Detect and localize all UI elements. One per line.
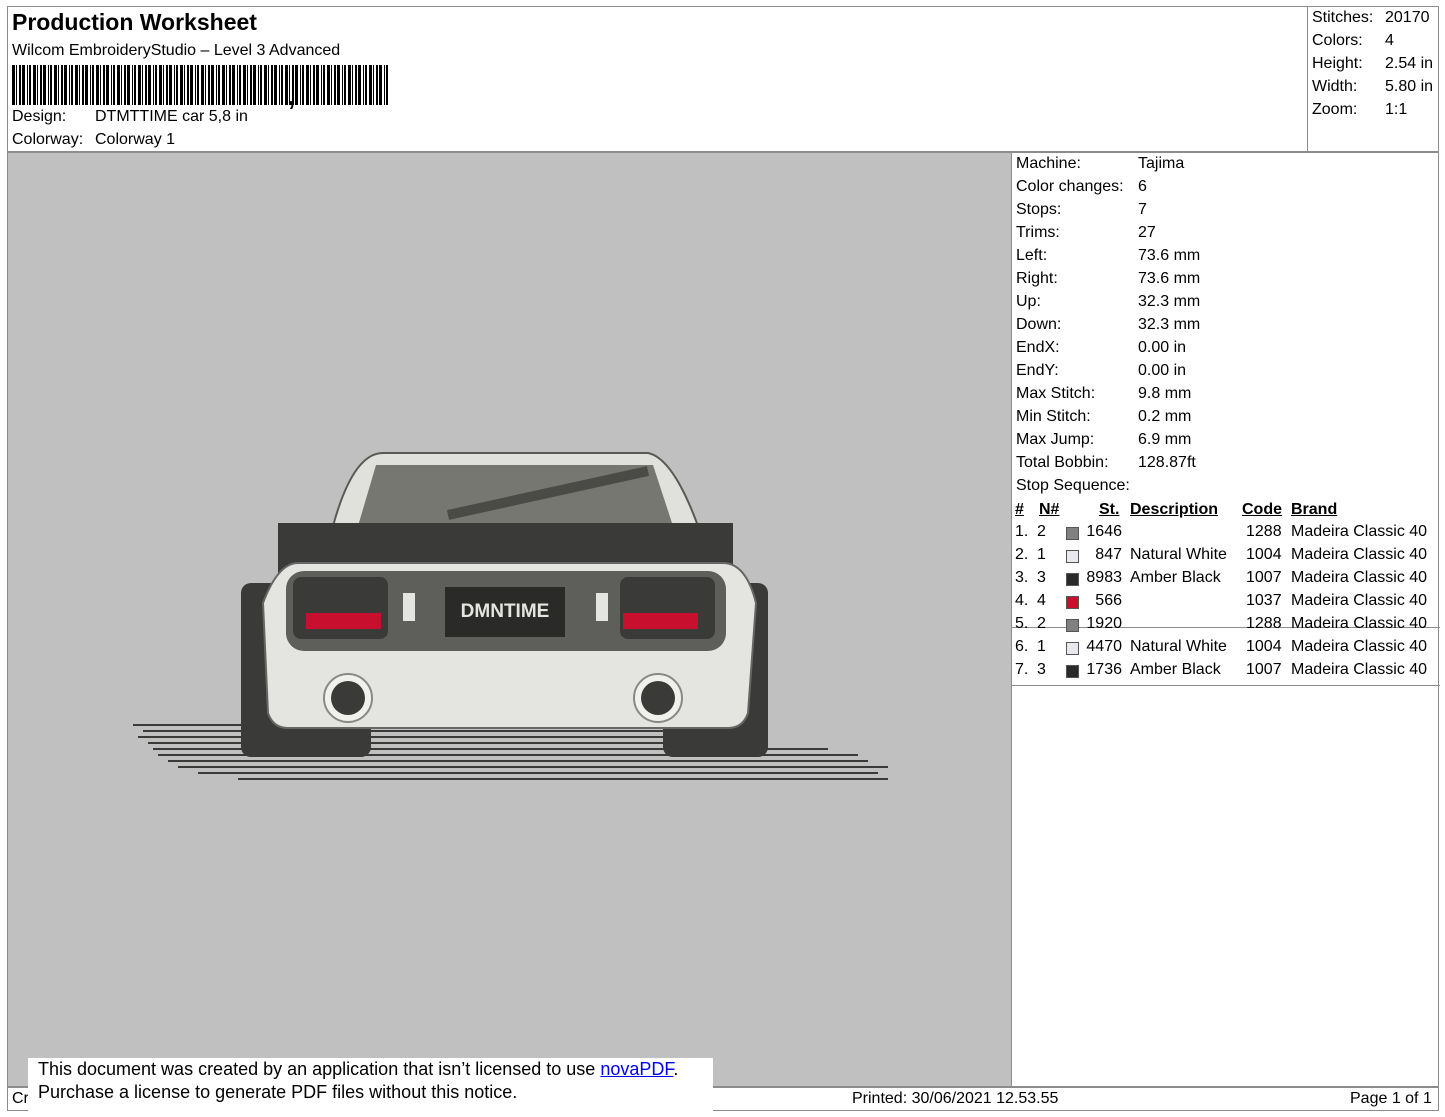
stop-sequence-row: 6. 1 4470 Natural White 1004 Madeira Classic … [1012,638,1440,661]
colorway-label: Colorway: [12,131,84,148]
cell-description: Amber Black [1130,661,1221,678]
cell-needle: 1 [1037,638,1046,655]
footer-left-text: Cr [12,1090,29,1107]
cell-description: Natural White [1130,546,1227,563]
cell-num: 7. [1015,661,1029,678]
col-header-brand: Brand [1291,501,1338,518]
stop-sequence-row: 5. 2 1920 1288 Madeira Classic 40 [1012,615,1440,638]
machine-info-panel: Machine: Tajima Color changes: 6 Stops: 7 Trim… [1011,152,1440,1087]
printed-timestamp: Printed: 30/06/2021 12.53.55 [852,1090,1059,1107]
cell-brand: Madeira Classic 40 [1291,546,1428,563]
stop-sequence-row: 2. 1 847 Natural White 1004 Madeira Classic 4… [1012,546,1440,569]
cell-stitches: 847 [1095,546,1122,563]
thread-color-swatch [1066,596,1079,609]
thread-color-swatch [1066,550,1079,563]
col-header-needle: N# [1039,501,1060,518]
cell-code: 1007 [1246,661,1282,678]
stop-sequence-row: 1. 2 1646 1288 Madeira Classic 40 [1012,523,1440,546]
stop-sequence-row: 4. 4 566 1037 Madeira Classic 40 [1012,592,1440,615]
cell-brand: Madeira Classic 40 [1291,569,1428,586]
cell-needle: 2 [1037,523,1046,540]
col-header-num: # [1015,501,1024,518]
barcode-comma: , [288,81,296,111]
divider [1012,685,1440,686]
cell-code: 1004 [1246,546,1282,563]
thread-color-swatch [1066,527,1079,540]
license-plate-text: DMNTIME [461,601,550,622]
cell-num: 3. [1015,569,1029,586]
notice-purchase-text: Purchase a license to generate PDF files… [38,1082,518,1102]
cell-num: 6. [1015,638,1029,655]
cell-num: 4. [1015,592,1029,609]
cell-brand: Madeira Classic 40 [1291,661,1428,678]
cell-needle: 3 [1037,661,1046,678]
cell-code: 1037 [1246,592,1282,609]
design-preview: DMNTIME [7,152,1012,1087]
design-value: DTMTTIME car 5,8 in [95,108,248,125]
right-reflector [596,593,608,621]
cell-stitches: 4470 [1086,638,1122,655]
cell-code: 1007 [1246,569,1282,586]
cell-stitches: 566 [1095,592,1122,609]
license-notice: This document was created by an applicat… [28,1058,713,1112]
cell-code: 1004 [1246,638,1282,655]
page-number: Page 1 of 1 [1350,1090,1432,1107]
notice-text: This document was created by an applicat… [38,1059,601,1079]
cell-brand: Madeira Classic 40 [1291,592,1428,609]
stop-sequence-row: 3. 3 8983 Amber Black 1007 Madeira Classic 40 [1012,569,1440,592]
col-header-code: Code [1242,501,1282,518]
right-taillight-red [623,613,698,629]
software-name: Wilcom EmbroideryStudio – Level 3 Advanc… [12,42,341,59]
stop-sequence-label: Stop Sequence: [1016,477,1130,494]
novapdf-link[interactable]: novaPDF [600,1059,673,1079]
thread-color-swatch [1066,642,1079,655]
cell-brand: Madeira Classic 40 [1291,523,1428,540]
design-summary: Stitches: 20170 Colors: 4 Height: 2.54 in W… [1307,7,1441,153]
thread-color-swatch [1066,665,1079,678]
cell-stitches: 1646 [1086,523,1122,540]
left-reflector [403,593,415,621]
colorway-value: Colorway 1 [95,131,176,148]
cell-stitches: 1736 [1086,661,1122,678]
cell-needle: 4 [1037,592,1046,609]
cell-needle: 1 [1037,546,1046,563]
col-header-description: Description [1130,501,1219,518]
cell-num: 2. [1015,546,1029,563]
cell-code: 1288 [1246,615,1282,632]
barcode [12,65,388,105]
cell-description: Natural White [1130,638,1227,655]
page-title: Production Worksheet [12,9,257,35]
cell-needle: 2 [1037,615,1046,632]
cell-num: 5. [1015,615,1029,632]
cell-needle: 3 [1037,569,1046,586]
cell-description: Amber Black [1130,569,1221,586]
cell-brand: Madeira Classic 40 [1291,615,1428,632]
cell-code: 1288 [1246,523,1282,540]
worksheet-header: Production Worksheet Wilcom EmbroiderySt… [7,6,1441,153]
cell-num: 1. [1015,523,1029,540]
cell-brand: Madeira Classic 40 [1291,638,1428,655]
thread-color-swatch [1066,619,1079,632]
design-label: Design: [12,108,67,125]
cell-stitches: 8983 [1086,569,1122,586]
stop-sequence-row: 7. 3 1736 Amber Black 1007 Madeira Classic 40 [1012,661,1440,684]
right-taillight [620,577,715,639]
left-taillight-red [306,613,381,629]
thread-color-swatch [1066,573,1079,586]
left-taillight [293,577,388,639]
col-header-stitches: St. [1099,501,1120,518]
cell-stitches: 1920 [1086,615,1122,632]
embroidery-car-image: DMNTIME [133,452,888,780]
